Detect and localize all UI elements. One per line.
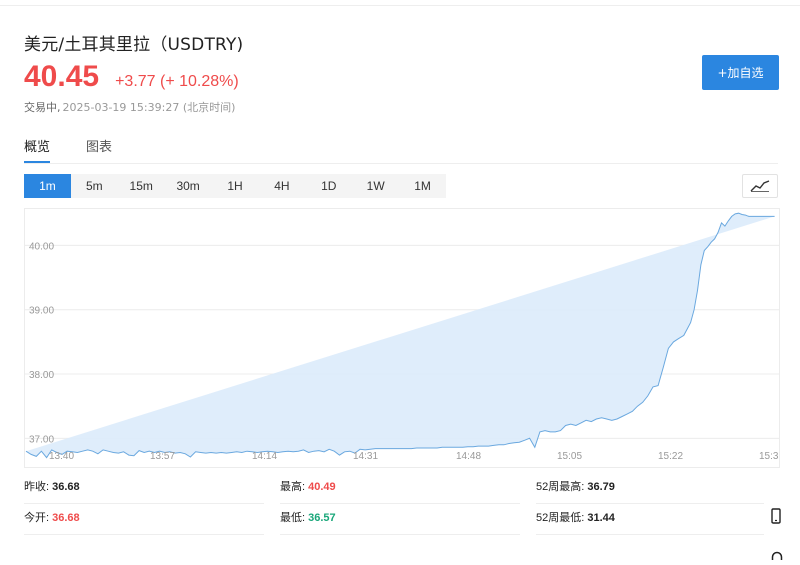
line-chart-icon <box>750 180 770 192</box>
y-tick-label: 38.00 <box>29 370 54 381</box>
stat-value: 31.44 <box>587 512 615 524</box>
x-tick-label: 14:14 <box>252 451 277 462</box>
stat-divider <box>280 503 520 504</box>
stat-value: 40.49 <box>308 481 336 493</box>
tab-overview[interactable]: 概览 <box>24 136 51 163</box>
stat-label: 最低: <box>280 512 306 524</box>
stat-divider <box>536 503 764 504</box>
x-tick-label: 13:57 <box>150 451 175 462</box>
stat-value: 36.68 <box>52 512 80 524</box>
stat-label: 52周最低: <box>536 512 585 524</box>
interval-1h[interactable]: 1H <box>212 174 259 198</box>
interval-4h[interactable]: 4H <box>258 174 305 198</box>
chart-type-toggle[interactable] <box>742 174 778 198</box>
interval-1m[interactable]: 1m <box>24 174 71 198</box>
interval-1w[interactable]: 1W <box>352 174 399 198</box>
stat-value: 36.79 <box>587 481 615 493</box>
interval-1mo[interactable]: 1M <box>399 174 446 198</box>
interval-5m[interactable]: 5m <box>71 174 118 198</box>
price-area <box>26 213 775 458</box>
x-tick-label: 14:31 <box>353 451 378 462</box>
instrument-title: 美元/土耳其里拉（USDTRY) <box>24 35 244 55</box>
x-tick-label: 15:05 <box>557 451 582 462</box>
tab-bar: 概览 图表 <box>24 136 778 164</box>
quote-timestamp: 2025-03-19 15:39:27 (北京时间) <box>62 101 236 114</box>
stat-divider <box>536 534 764 535</box>
stat-label: 52周最高: <box>536 481 585 493</box>
add-watchlist-button[interactable]: +加自选 <box>702 55 779 90</box>
x-tick-label: 13:40 <box>49 451 74 462</box>
stat-label: 今开: <box>24 512 50 524</box>
mobile-icon[interactable] <box>771 508 781 528</box>
stat-divider <box>24 534 264 535</box>
last-price: 40.45 <box>24 60 100 93</box>
x-tick-label: 15:3 <box>759 451 779 462</box>
top-divider <box>0 5 800 6</box>
tab-chart[interactable]: 图表 <box>86 136 112 161</box>
stat-divider <box>24 503 264 504</box>
price-chart: 40.00 39.00 38.00 37.00 13:40 13:57 14:14 14:31… <box>24 208 780 468</box>
price-change: +3.77 (+ 10.28%) <box>115 73 239 90</box>
y-tick-label: 40.00 <box>29 241 54 252</box>
interval-15m[interactable]: 15m <box>118 174 165 198</box>
y-tick-label: 39.00 <box>29 306 54 317</box>
price-chart-svg: 40.0039.0038.0037.0013:40 13:57 14:14 14:31… <box>24 208 780 468</box>
stat-divider <box>280 534 520 535</box>
status-label: 交易中, <box>24 101 61 114</box>
trading-status: 交易中, 2025-03-19 15:39:27 (北京时间) <box>24 99 235 115</box>
interval-1d[interactable]: 1D <box>305 174 352 198</box>
x-tick-label: 15:22 <box>658 451 683 462</box>
stat-label: 最高: <box>280 481 306 493</box>
stat-label: 昨收: <box>24 481 50 493</box>
interval-30m[interactable]: 30m <box>165 174 212 198</box>
x-tick-label: 14:48 <box>456 451 481 462</box>
interval-selector: 1m 5m 15m 30m 1H 4H 1D 1W 1M <box>24 174 446 198</box>
stat-value: 36.68 <box>52 481 80 493</box>
price-row: 40.45 +3.77 (+ 10.28%) <box>24 60 239 94</box>
stat-value: 36.57 <box>308 512 336 524</box>
